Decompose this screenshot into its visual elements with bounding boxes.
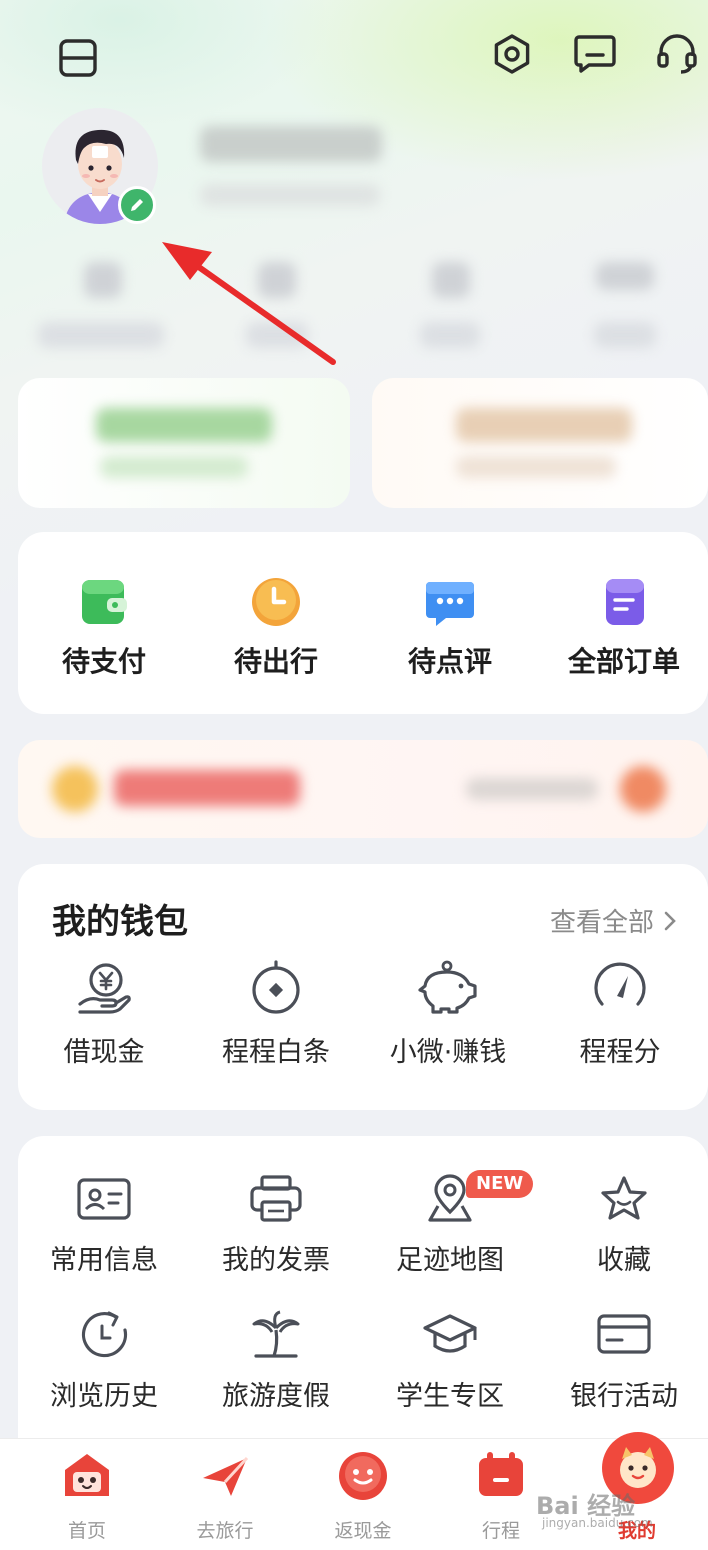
service-bank-activity[interactable]: 银行活动 — [556, 1310, 692, 1413]
stat-1-blurred — [84, 262, 122, 298]
customer-service-button[interactable] — [652, 30, 702, 78]
credit-icon — [252, 960, 300, 1014]
tab-cashback-label: 返现金 — [334, 1520, 392, 1542]
username-blurred — [200, 126, 382, 162]
annotation-arrow — [162, 242, 336, 365]
plane-icon — [203, 1456, 249, 1496]
clock-icon — [252, 578, 300, 626]
star-icon — [601, 1176, 647, 1220]
order-all-label: 全部订单 — [567, 645, 680, 678]
tab-home-label: 首页 — [67, 1520, 106, 1542]
history-icon — [81, 1311, 128, 1358]
scan-icon — [59, 39, 97, 77]
watermark: Bai 经验 jingyan.baidu.com — [536, 1486, 708, 1534]
wallet-earn[interactable]: 小微·赚钱 — [380, 960, 516, 1069]
wallet-card: 我的钱包 查看全部 借现金 程程白条 小微·赚钱 程程分 — [18, 864, 708, 1110]
wallet-borrow-cash[interactable]: 借现金 — [36, 960, 172, 1069]
banner-title-blurred — [114, 770, 300, 806]
service-invoice-label: 我的发票 — [222, 1245, 330, 1276]
bank-card-icon — [597, 1314, 651, 1354]
stat-3-blurred — [432, 262, 470, 298]
wallet-score-label: 程程分 — [579, 1037, 661, 1068]
chevron-right-icon — [664, 911, 676, 930]
service-history-label: 浏览历史 — [50, 1381, 158, 1412]
id-card-icon — [77, 1178, 131, 1220]
cashback-icon — [339, 1452, 387, 1500]
stat-1-label-blurred — [38, 322, 164, 348]
service-bank-activity-label: 银行活动 — [570, 1381, 678, 1412]
promo-card-right[interactable] — [372, 378, 708, 508]
comment-icon — [426, 582, 474, 626]
stat-3-label-blurred — [420, 322, 480, 348]
message-button[interactable] — [570, 30, 620, 76]
settings-icon — [494, 34, 530, 74]
service-common-info-label: 常用信息 — [50, 1245, 158, 1276]
service-common-info[interactable]: 常用信息 — [36, 1174, 172, 1277]
wallet-icon — [82, 580, 127, 624]
new-badge: NEW — [466, 1170, 534, 1198]
customer-service-icon — [657, 34, 697, 74]
order-all[interactable]: 全部订单 — [556, 576, 692, 680]
order-pending-review-label: 待点评 — [407, 645, 492, 678]
watermark-sub: jingyan.baidu.com — [542, 1516, 653, 1530]
tab-cashback[interactable]: 返现金 — [298, 1440, 428, 1550]
wallet-credit[interactable]: 程程白条 — [208, 960, 344, 1069]
service-vacation[interactable]: 旅游度假 — [208, 1310, 344, 1413]
promo-left-sub-blurred — [100, 456, 248, 478]
promo-card-left[interactable] — [18, 378, 350, 508]
promo-banner[interactable] — [18, 740, 708, 838]
wallet-earn-label: 小微·赚钱 — [389, 1037, 507, 1068]
order-pending-review[interactable]: 待点评 — [382, 576, 518, 680]
orders-icon — [606, 579, 644, 625]
service-invoice[interactable]: 我的发票 — [208, 1174, 344, 1277]
pencil-icon — [131, 199, 143, 211]
promo-right-sub-blurred — [456, 456, 616, 478]
service-vacation-label: 旅游度假 — [222, 1381, 330, 1412]
banner-coin-blurred — [52, 766, 98, 812]
scan-button[interactable] — [50, 33, 106, 83]
gauge-icon — [594, 962, 646, 1006]
tab-travel-label: 去旅行 — [196, 1520, 254, 1542]
stat-4-blurred — [596, 262, 654, 290]
promo-right-title-blurred — [456, 408, 632, 442]
tab-home[interactable]: 首页 — [22, 1440, 152, 1550]
printer-icon — [250, 1175, 302, 1222]
wallet-credit-label: 程程白条 — [222, 1037, 330, 1068]
service-favorites-label: 收藏 — [597, 1245, 651, 1276]
piggy-bank-icon — [418, 960, 477, 1014]
services-card: 常用信息 我的发票 足迹地图 NEW 收藏 浏览历史 旅游度假 学生专区 银行活… — [18, 1136, 708, 1466]
wallet-view-all-label: 查看全部 — [549, 908, 654, 938]
order-pending-payment[interactable]: 待支付 — [36, 576, 172, 680]
tab-itinerary-label: 行程 — [481, 1520, 520, 1542]
order-pending-travel-label: 待出行 — [233, 645, 318, 678]
banner-button-blurred — [620, 766, 666, 812]
tab-travel[interactable]: 去旅行 — [160, 1440, 290, 1550]
wallet-borrow-cash-label: 借现金 — [63, 1037, 145, 1068]
orders-card: 待支付 待出行 待点评 全部订单 — [18, 532, 708, 714]
service-student-label: 学生专区 — [396, 1381, 504, 1412]
service-student[interactable]: 学生专区 — [382, 1310, 518, 1413]
edit-avatar-button[interactable] — [118, 186, 156, 224]
wallet-view-all[interactable]: 查看全部 — [550, 902, 678, 939]
cash-hand-icon — [78, 963, 131, 1014]
palm-tree-icon — [252, 1310, 300, 1358]
service-history[interactable]: 浏览历史 — [36, 1310, 172, 1413]
home-icon — [65, 1454, 109, 1496]
settings-button[interactable] — [488, 30, 536, 78]
order-pending-travel[interactable]: 待出行 — [208, 576, 344, 680]
service-favorites[interactable]: 收藏 — [556, 1174, 692, 1277]
banner-sub-blurred — [466, 778, 598, 800]
stat-4-label-blurred — [594, 322, 656, 348]
wallet-score[interactable]: 程程分 — [552, 960, 688, 1069]
service-footprint-map-label: 足迹地图 — [396, 1245, 504, 1276]
member-info-blurred — [200, 184, 380, 206]
promo-left-title-blurred — [96, 408, 272, 442]
trip-icon — [479, 1452, 523, 1496]
wallet-title: 我的钱包 — [52, 902, 188, 942]
graduation-cap-icon — [423, 1314, 477, 1353]
message-icon — [574, 35, 616, 73]
order-pending-payment-label: 待支付 — [61, 645, 146, 678]
